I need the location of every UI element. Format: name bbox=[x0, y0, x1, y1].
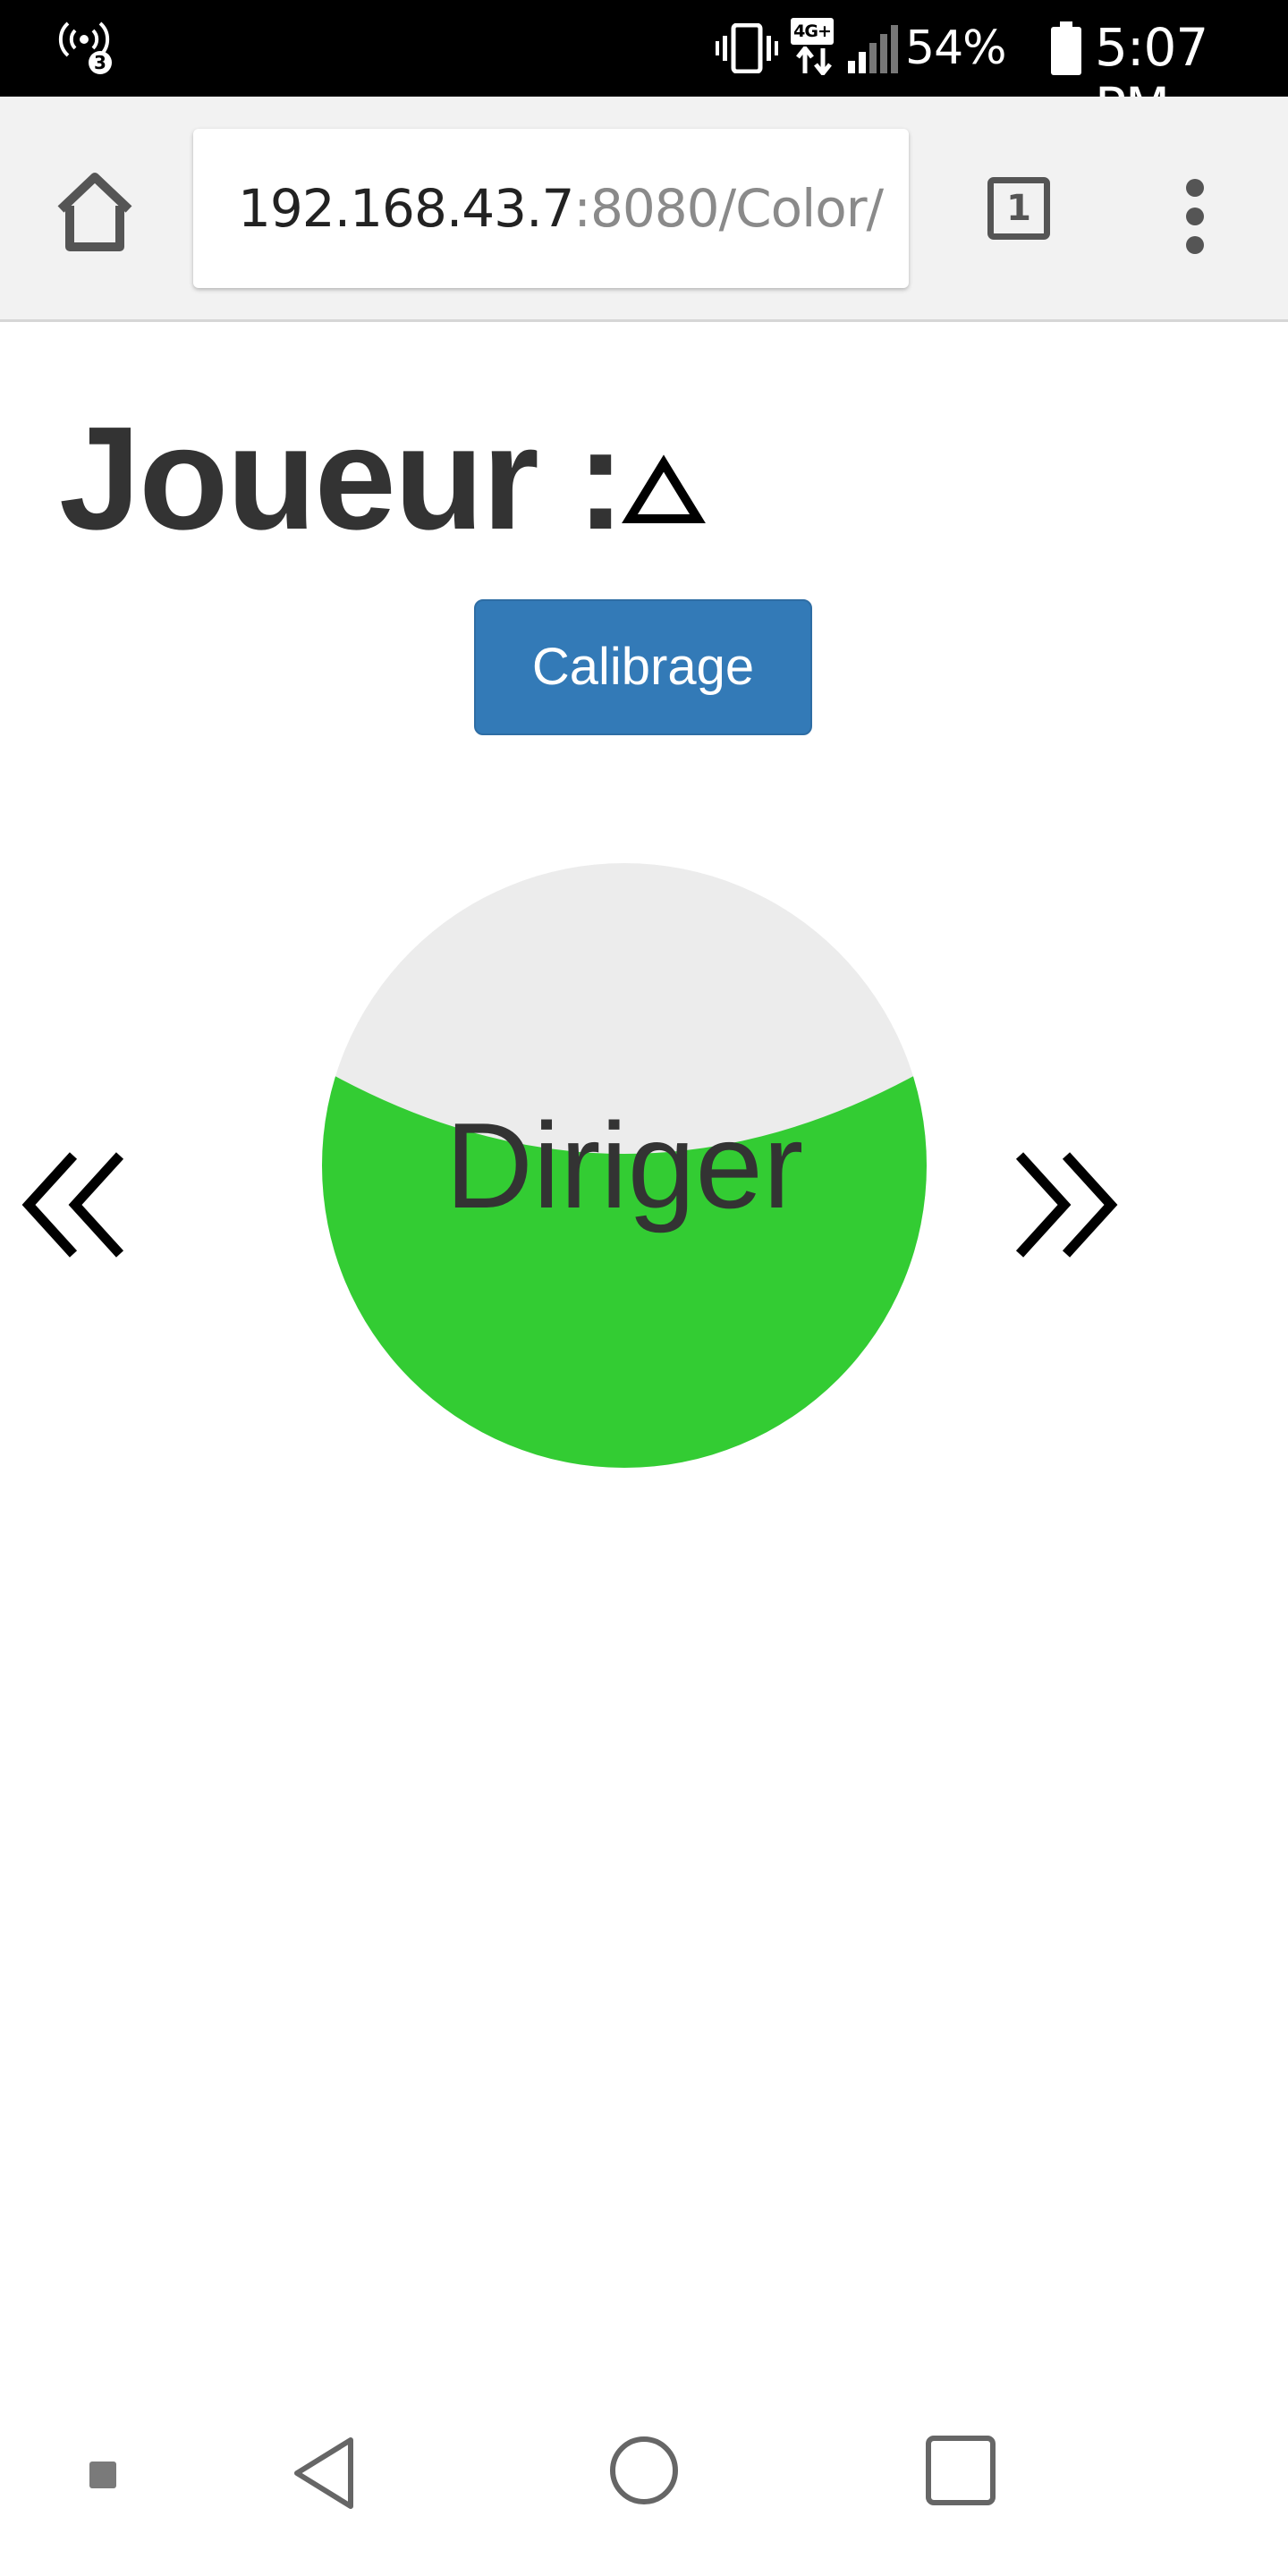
recent-apps-button[interactable] bbox=[923, 2435, 1000, 2512]
url-text: 192.168.43.7:8080/Color/ bbox=[238, 177, 884, 240]
triangle-icon bbox=[619, 447, 708, 537]
battery-icon bbox=[1050, 21, 1082, 75]
page-title: Joueur : bbox=[59, 396, 625, 560]
double-chevron-right-icon[interactable] bbox=[1011, 1145, 1127, 1266]
calibrate-button[interactable]: Calibrage bbox=[474, 599, 812, 735]
browser-toolbar: 192.168.43.7:8080/Color/ 1 bbox=[0, 97, 1288, 322]
signal-strength-icon bbox=[846, 23, 900, 73]
network-type-icon: 4G+ bbox=[791, 18, 841, 77]
joystick-control[interactable]: Diriger bbox=[322, 863, 927, 1468]
nav-home-button[interactable] bbox=[601, 2433, 687, 2519]
menu-button[interactable] bbox=[1163, 172, 1225, 261]
status-bar: 3 4G+ 54% 5:07 bbox=[0, 0, 1288, 136]
back-icon bbox=[294, 2437, 353, 2509]
network-type-label: 4G+ bbox=[793, 21, 832, 41]
battery-percent: 54% bbox=[905, 21, 1007, 75]
double-chevron-left-icon[interactable] bbox=[20, 1145, 136, 1266]
more-vert-icon bbox=[1186, 179, 1204, 254]
tab-switcher-button[interactable]: 1 bbox=[982, 172, 1063, 252]
nav-indicator-icon bbox=[89, 2462, 116, 2488]
tab-count: 1 bbox=[1006, 188, 1031, 229]
url-bar[interactable]: 192.168.43.7:8080/Color/ bbox=[193, 129, 909, 288]
vibrate-icon bbox=[716, 22, 778, 74]
back-button[interactable] bbox=[286, 2433, 367, 2513]
home-button[interactable] bbox=[50, 168, 140, 258]
joystick-label: Diriger bbox=[445, 1097, 804, 1233]
wifi-hotspot-icon: 3 bbox=[55, 20, 118, 77]
url-host: 192.168.43.7 bbox=[238, 178, 574, 239]
hotspot-count: 3 bbox=[94, 52, 106, 73]
nav-home-icon bbox=[610, 2436, 678, 2504]
home-icon bbox=[57, 173, 132, 251]
recent-apps-icon bbox=[926, 2436, 996, 2505]
url-path: :8080/Color/ bbox=[573, 178, 884, 239]
